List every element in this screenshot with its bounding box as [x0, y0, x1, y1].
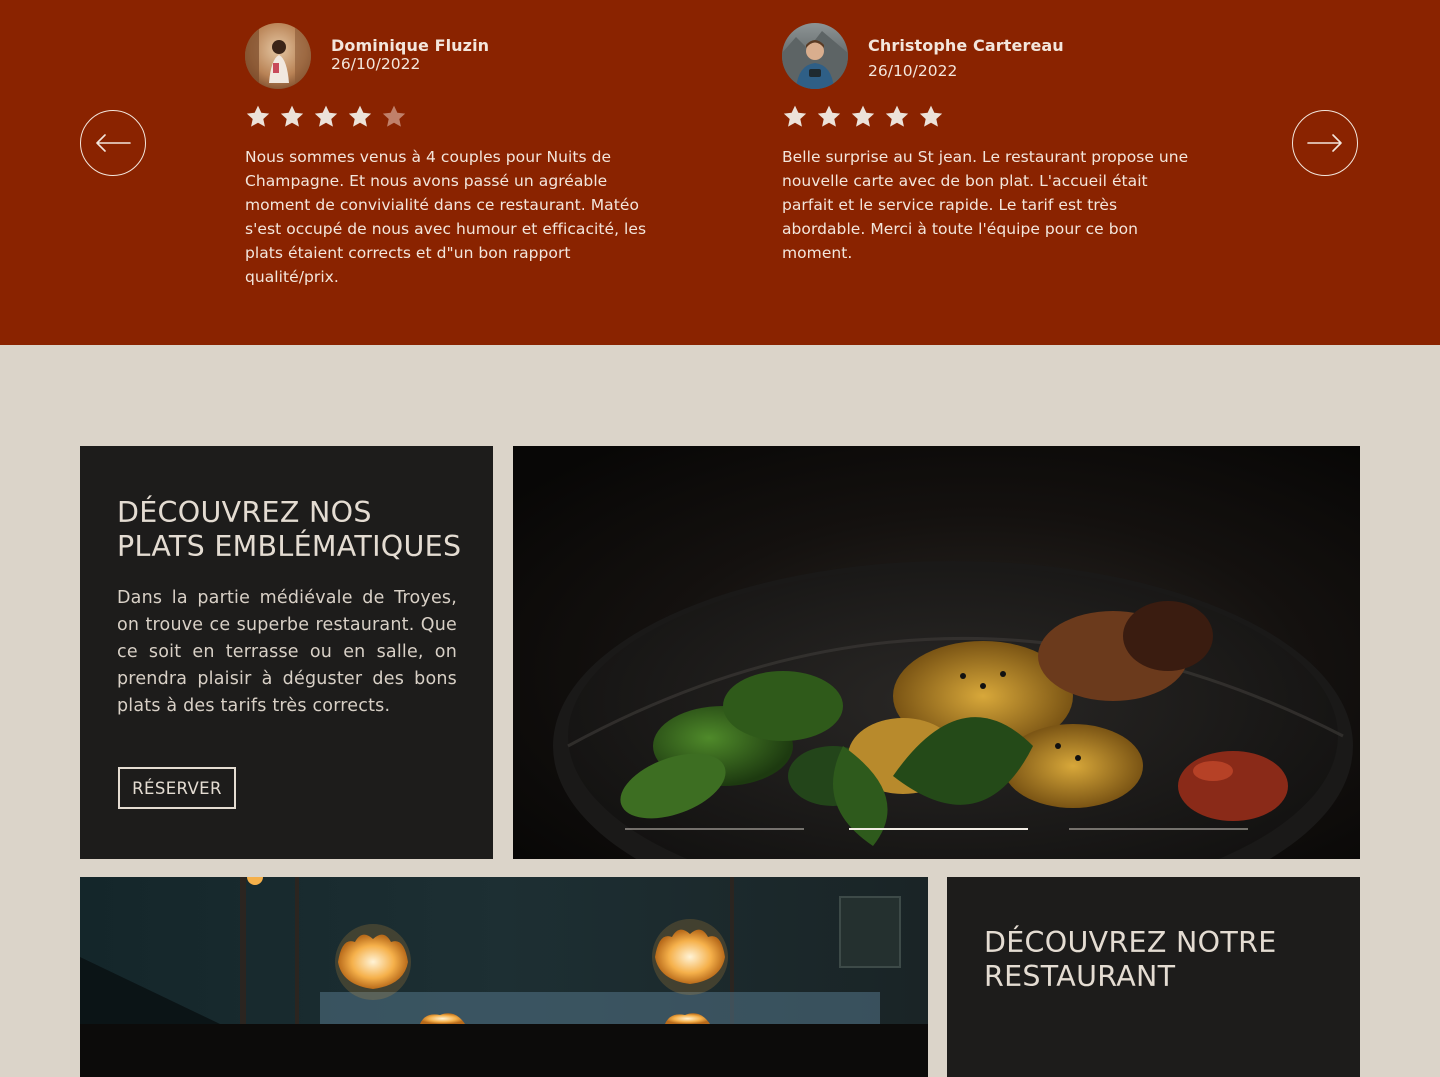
star-icon: [885, 105, 909, 127]
reviewer-name: Dominique Fluzin: [331, 36, 490, 55]
slide-indicator-2[interactable]: [849, 828, 1028, 830]
star-icon: [851, 105, 875, 127]
arrow-right-icon: [1307, 134, 1342, 152]
dishes-description: Dans la partie médiévale de Troyes, on t…: [117, 588, 457, 716]
star-empty-icon: [382, 105, 406, 127]
slide-indicator-1[interactable]: [625, 828, 804, 830]
star-icon: [783, 105, 807, 127]
dish-photo-slider: [513, 446, 1360, 859]
reviewer-name: Christophe Cartereau: [868, 36, 1064, 55]
avatar: [245, 23, 311, 89]
prev-review-button[interactable]: [80, 110, 146, 176]
arrow-left-icon: [96, 134, 131, 152]
star-icon: [246, 105, 270, 127]
star-icon: [919, 105, 943, 127]
avatar: [782, 23, 848, 89]
dishes-title: DÉCOUVREZ NOS PLATS EMBLÉMATIQUES: [117, 496, 462, 563]
slide-indicator-3[interactable]: [1069, 828, 1248, 830]
star-icon: [280, 105, 304, 127]
reviews-section: Dominique Fluzin 26/10/2022 Nous sommes …: [0, 0, 1440, 345]
dishes-card: DÉCOUVREZ NOS PLATS EMBLÉMATIQUES Dans l…: [80, 446, 493, 859]
review-date: 26/10/2022: [331, 55, 421, 73]
restaurant-card: DÉCOUVREZ NOTRE RESTAURANT: [947, 877, 1360, 1077]
star-rating: [245, 104, 407, 130]
slider-indicators: [513, 446, 1360, 859]
restaurant-title: DÉCOUVREZ NOTRE RESTAURANT: [984, 926, 1277, 993]
star-icon: [817, 105, 841, 127]
restaurant-photo: [80, 877, 928, 1077]
restaurant-interior-image: [80, 877, 928, 1024]
review-text: Belle surprise au St jean. Le restaurant…: [782, 148, 1189, 262]
reserve-button[interactable]: RÉSERVER: [118, 767, 236, 809]
review-text: Nous sommes venus à 4 couples pour Nuits…: [245, 148, 647, 286]
review-date: 26/10/2022: [868, 62, 958, 80]
star-rating: [782, 104, 944, 130]
next-review-button[interactable]: [1292, 110, 1358, 176]
star-icon: [348, 105, 372, 127]
star-icon: [314, 105, 338, 127]
